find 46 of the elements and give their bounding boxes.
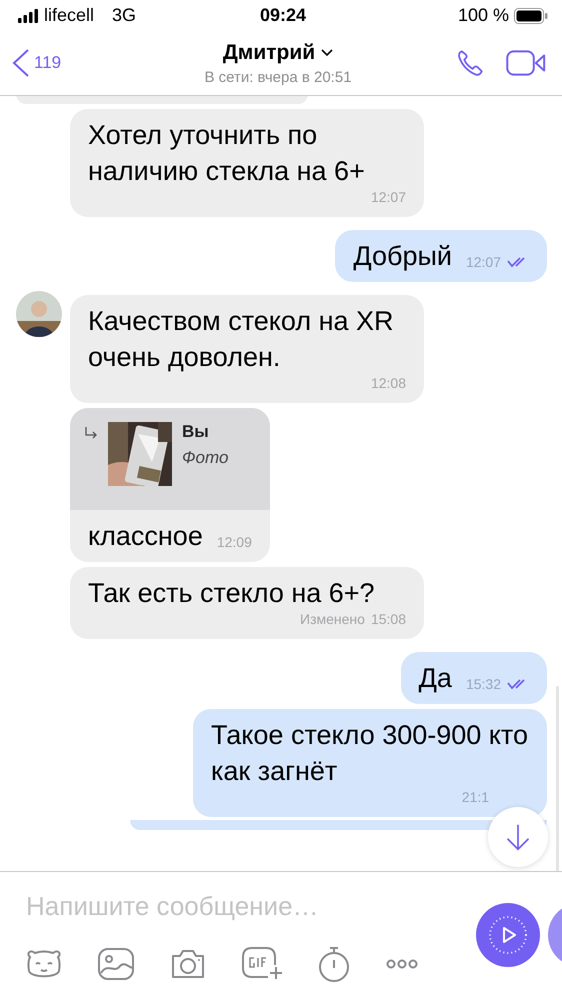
quote-text: Фото — [182, 448, 228, 468]
message-bubble[interactable]: Такое стекло 300-900 кто как загнёт 21:1 — [193, 708, 547, 817]
quote-author: Вы — [182, 422, 210, 442]
back-button[interactable]: 119 — [10, 48, 100, 78]
message-bubble[interactable]: Хотел уточнить по наличию стекла на 6+ 12:07 — [70, 108, 424, 217]
play-icon[interactable] — [488, 915, 528, 956]
message-time: 12:07 — [370, 188, 406, 205]
signal-icon — [18, 8, 38, 23]
message-bubble[interactable]: Добрый 12:07 — [335, 230, 547, 282]
message-text: Такое стекло 300-900 кто как загнёт — [211, 718, 529, 788]
battery-icon — [514, 8, 548, 24]
quoted-message[interactable]: Вы Фото — [70, 408, 270, 510]
timer-icon[interactable] — [318, 946, 350, 982]
message-time: 12:08 — [370, 374, 406, 391]
message-time: 15:32 — [466, 676, 501, 692]
clock: 09:24 — [260, 5, 306, 26]
chevron-down-icon[interactable] — [321, 48, 334, 57]
camera-icon[interactable] — [170, 948, 206, 980]
arrow-down-icon[interactable] — [505, 823, 531, 852]
edited-label: Изменено — [300, 610, 365, 627]
message-bubble[interactable]: Так есть стекло на 6+? Изменено 15:08 — [70, 566, 424, 639]
scroll-down-button[interactable] — [488, 807, 548, 868]
network-type: 3G — [112, 5, 136, 26]
carrier-name: lifecell — [44, 5, 94, 26]
gif-icon[interactable] — [242, 947, 282, 982]
message-time: 15:08 — [370, 610, 406, 627]
gallery-icon[interactable] — [98, 948, 134, 980]
message-text: Качеством стекол на XR очень доволен. — [88, 304, 395, 374]
message-time: 21:1 — [462, 788, 489, 805]
battery-percent: 100 % — [458, 5, 510, 26]
message-bubble[interactable]: Да 15:32 — [400, 652, 547, 704]
contact-name[interactable]: Дмитрий — [222, 40, 316, 65]
last-seen-status: В сети: вчера в 20:51 — [204, 68, 352, 86]
message-text: Да — [418, 662, 452, 695]
avatar[interactable] — [16, 290, 62, 337]
message-text: классное — [88, 520, 203, 553]
message-text: Хотел уточнить по наличию стекла на 6+ — [88, 118, 366, 188]
message-time: 12:09 — [216, 534, 252, 550]
reply-arrow-icon — [84, 426, 98, 440]
message-bubble[interactable]: Вы Фото классное 12:09 — [70, 408, 270, 562]
message-bubble[interactable]: Качеством стекол на XR очень доволен. 12:08 — [70, 294, 424, 403]
message-time: 12:07 — [466, 254, 501, 270]
message-input[interactable]: Напишите сообщение… — [26, 886, 446, 926]
message-text: Добрый — [353, 240, 452, 273]
message-text: Так есть стекло на 6+? — [88, 576, 375, 610]
more-icon[interactable] — [386, 959, 418, 970]
